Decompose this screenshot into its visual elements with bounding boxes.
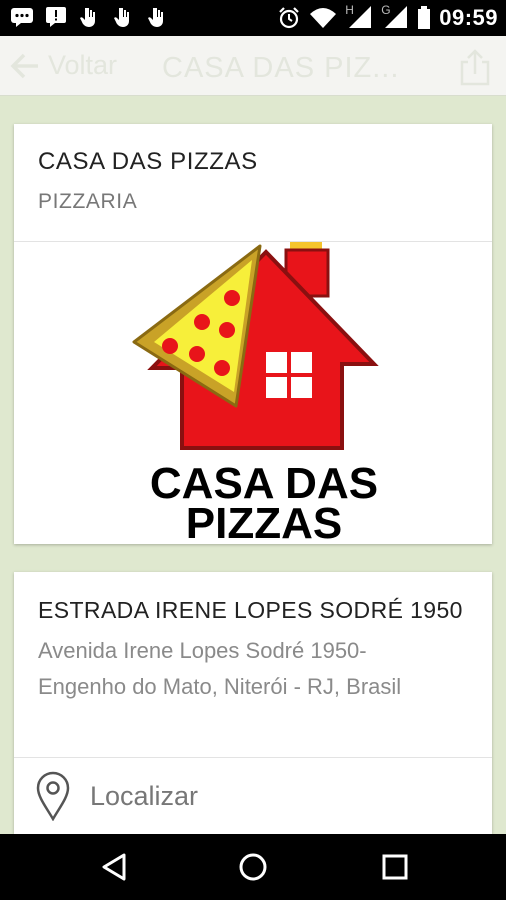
clock: 09:59: [439, 5, 498, 30]
logo-text-line2: PIZZAS: [186, 499, 342, 544]
alert-icon: [46, 7, 66, 27]
home-circle-icon[interactable]: [238, 852, 268, 882]
business-category: PIZZARIA: [38, 190, 138, 213]
back-label: Voltar: [48, 50, 118, 80]
address-full: Avenida Irene Lopes Sodré 1950- Engenho …: [38, 633, 468, 705]
address-card: ESTRADA IRENE LOPES SODRÉ 1950 Avenida I…: [14, 572, 492, 834]
business-logo: CASA DAS PIZZAS: [14, 242, 492, 548]
business-name: CASA DAS PIZZAS: [38, 148, 258, 175]
status-bar: H G 09:59: [0, 0, 506, 36]
locate-button[interactable]: Localizar: [14, 758, 492, 834]
page-title: CASA DAS PIZ...: [162, 52, 400, 84]
chat-icon: [11, 8, 33, 27]
business-header: CASA DAS PIZZAS PIZZARIA: [14, 124, 492, 242]
business-card: CASA DAS PIZZAS PIZZARIA CASA DAS PIZZAS: [14, 124, 492, 548]
address-street: ESTRADA IRENE LOPES SODRÉ 1950: [38, 597, 463, 623]
map-pin-icon: [36, 771, 70, 821]
wifi-icon: [310, 8, 337, 28]
address-full-line2: Engenho do Mato, Niterói - RJ, Brasil: [38, 674, 402, 699]
battery-icon: [418, 6, 431, 29]
address-full-line1: Avenida Irene Lopes Sodré 1950-: [38, 638, 367, 663]
pizza-house-logo: CASA DAS PIZZAS: [132, 242, 379, 548]
address-block: ESTRADA IRENE LOPES SODRÉ 1950 Avenida I…: [14, 572, 492, 758]
hand-icon: [80, 8, 95, 27]
signal-h-icon: H: [345, 3, 373, 30]
hand-icon: [114, 8, 129, 27]
app-bar: Voltar CASA DAS PIZ...: [0, 36, 506, 96]
locate-label: Localizar: [90, 780, 199, 811]
signal-g-icon: G: [381, 3, 409, 30]
share-icon[interactable]: [456, 48, 494, 86]
back-button[interactable]: Voltar: [10, 50, 117, 81]
recents-square-icon[interactable]: [380, 852, 410, 882]
back-triangle-icon[interactable]: [100, 852, 130, 882]
navigation-bar: [0, 834, 506, 900]
hand-icon: [148, 8, 163, 27]
back-arrow-icon: [10, 53, 38, 78]
alarm-icon: [279, 7, 299, 29]
